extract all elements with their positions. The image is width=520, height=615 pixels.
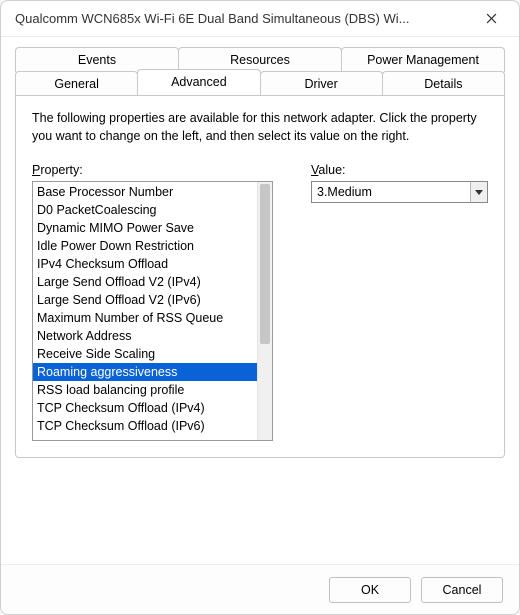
cancel-button[interactable]: Cancel — [421, 577, 503, 603]
dialog-body: Events Resources Power Management Genera… — [1, 37, 519, 564]
tab-driver[interactable]: Driver — [260, 71, 383, 96]
property-item[interactable]: TCP Checksum Offload (IPv6) — [33, 417, 257, 435]
scrollbar-thumb[interactable] — [260, 184, 270, 344]
property-item[interactable]: RSS load balancing profile — [33, 381, 257, 399]
close-icon — [486, 13, 497, 24]
window-title: Qualcomm WCN685x Wi-Fi 6E Dual Band Simu… — [15, 11, 471, 26]
panel-description: The following properties are available f… — [32, 110, 482, 145]
property-item[interactable]: Roaming aggressiveness — [33, 363, 257, 381]
tab-advanced[interactable]: Advanced — [137, 69, 260, 96]
chevron-down-icon — [475, 190, 483, 195]
tab-strip: Events Resources Power Management Genera… — [15, 47, 505, 458]
dialog-footer: OK Cancel — [1, 564, 519, 614]
property-item[interactable]: D0 PacketCoalescing — [33, 201, 257, 219]
tab-details[interactable]: Details — [382, 71, 505, 96]
property-label: Property: — [32, 163, 273, 177]
tab-power-management[interactable]: Power Management — [341, 47, 505, 72]
property-item[interactable]: Large Send Offload V2 (IPv4) — [33, 273, 257, 291]
property-item[interactable]: Network Address — [33, 327, 257, 345]
ok-button[interactable]: OK — [329, 577, 411, 603]
property-item[interactable]: IPv4 Checksum Offload — [33, 255, 257, 273]
value-label: Value: — [311, 163, 488, 177]
close-button[interactable] — [471, 5, 511, 33]
titlebar: Qualcomm WCN685x Wi-Fi 6E Dual Band Simu… — [1, 1, 519, 37]
properties-dialog: Qualcomm WCN685x Wi-Fi 6E Dual Band Simu… — [0, 0, 520, 615]
value-select-text: 3.Medium — [312, 182, 470, 202]
property-item[interactable]: Idle Power Down Restriction — [33, 237, 257, 255]
property-item[interactable]: Receive Side Scaling — [33, 345, 257, 363]
tab-general[interactable]: General — [15, 71, 138, 96]
listbox-scrollbar[interactable] — [257, 182, 272, 440]
property-item[interactable]: Base Processor Number — [33, 183, 257, 201]
value-select[interactable]: 3.Medium — [311, 181, 488, 203]
property-item[interactable]: Maximum Number of RSS Queue — [33, 309, 257, 327]
property-item[interactable]: TCP Checksum Offload (IPv4) — [33, 399, 257, 417]
tab-panel-advanced: The following properties are available f… — [15, 95, 505, 458]
property-listbox[interactable]: Base Processor NumberD0 PacketCoalescing… — [32, 181, 273, 441]
property-item[interactable]: Dynamic MIMO Power Save — [33, 219, 257, 237]
value-select-button[interactable] — [470, 182, 487, 202]
property-item[interactable]: Large Send Offload V2 (IPv6) — [33, 291, 257, 309]
